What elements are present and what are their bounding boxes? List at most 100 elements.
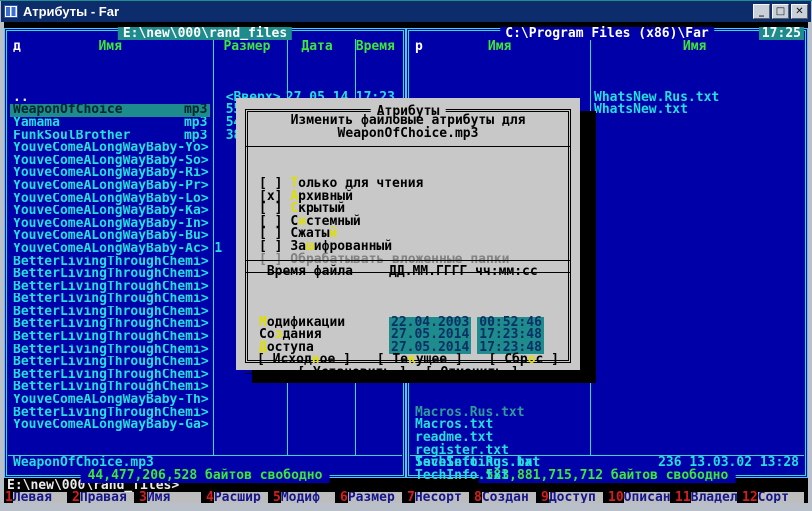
- function-key-number: 10: [607, 492, 624, 503]
- file-name-cell: YouveComeALongWayBaby-Bu>: [10, 230, 210, 243]
- left-panel-path[interactable]: E:\new\000\rand_files: [118, 27, 292, 40]
- file-name-cell: BetterLivingThroughChemi>: [10, 356, 210, 369]
- file-row[interactable]: TechInfo.txt: [412, 470, 590, 483]
- column-header-name[interactable]: Имя: [10, 41, 210, 54]
- function-key[interactable]: 6 Размер: [339, 492, 406, 503]
- function-key[interactable]: 2 Правая: [71, 492, 138, 503]
- file-row[interactable]: BetterLivingThroughChemi>: [10, 381, 400, 394]
- file-name-cell: YouveComeALongWayBaby-So>: [10, 155, 210, 168]
- file-row[interactable]: BetterLivingThroughChemi>: [10, 407, 400, 420]
- file-date-cell: [284, 407, 351, 420]
- column-header-date[interactable]: Дата: [284, 41, 351, 54]
- file-name-cell: BetterLivingThroughChemi>: [10, 293, 210, 306]
- right-file-list-col2: WhatsNew.Rus.txtWhatsNew.txt: [591, 54, 805, 117]
- file-name-cell: YouveComeALongWayBaby-Yo>: [10, 142, 210, 155]
- file-size-cell: [210, 419, 283, 432]
- right-column-headers: Имя Имя: [412, 41, 802, 54]
- file-name-cell: WeaponOfChoicemp3: [10, 104, 210, 117]
- function-key-number: 7: [406, 492, 415, 503]
- function-key-number: 8: [473, 492, 482, 503]
- file-name-cell: YouveComeALongWayBaby-Lo>: [10, 193, 210, 206]
- function-key-label: Имя: [147, 492, 201, 503]
- file-name-cell: BetterLivingThroughChemi>: [10, 268, 210, 281]
- file-name-cell: YouveComeALongWayBaby-Th>: [10, 394, 210, 407]
- file-name-cell: BetterLivingThroughChemi>: [10, 318, 210, 331]
- column-header-name[interactable]: Имя: [412, 41, 587, 54]
- right-file-list-bottom: Macros.Rus.txtMacros.txtreadme.txtregist…: [412, 369, 590, 482]
- function-key[interactable]: 5 Модиф: [272, 492, 339, 503]
- file-name-cell: Yamamamp3: [10, 117, 210, 130]
- file-name-cell: BetterLivingThroughChemi>: [10, 344, 210, 357]
- file-size-cell: [210, 394, 283, 407]
- function-key-label: Доступ: [549, 492, 603, 503]
- close-button[interactable]: ✕: [791, 4, 808, 19]
- file-name-cell: YouveComeALongWayBaby-Ri>: [10, 167, 210, 180]
- file-name-cell: BetterLivingThroughChemi>: [10, 306, 210, 319]
- function-key-label: Модиф: [281, 492, 335, 503]
- right-panel-path[interactable]: C:\Program Files (x86)\Far: [500, 27, 714, 40]
- maximize-button[interactable]: □: [772, 4, 789, 19]
- function-key-number: 9: [540, 492, 549, 503]
- function-key[interactable]: 10 Описан: [607, 492, 674, 503]
- function-key-number: 2: [71, 492, 80, 503]
- function-key[interactable]: 8 Создан: [473, 492, 540, 503]
- function-key-label: Владел: [691, 492, 737, 503]
- file-name-cell: YouveComeALongWayBaby-Ga>: [10, 419, 210, 432]
- file-time-cell: [351, 419, 400, 432]
- file-row[interactable]: YouveComeALongWayBaby-Th>: [10, 394, 400, 407]
- function-key-number: 6: [339, 492, 348, 503]
- file-time-cell: [351, 394, 400, 407]
- file-size-cell: [210, 407, 283, 420]
- function-key-number: 3: [138, 492, 147, 503]
- file-time-rows: Модификации22.04.200300:52:46 Создания27…: [254, 279, 562, 355]
- file-name-cell: ..: [10, 92, 210, 105]
- minimize-button[interactable]: _: [753, 4, 770, 19]
- file-date-cell: [284, 394, 351, 407]
- file-name-cell: FunkSoulBrothermp3: [10, 130, 210, 143]
- function-key-label: Создан: [482, 492, 536, 503]
- file-date-cell: [284, 381, 351, 394]
- function-key-label: Несорт: [415, 492, 469, 503]
- file-row[interactable]: YouveComeALongWayBaby-Ga>: [10, 419, 400, 432]
- function-key[interactable]: 3 Имя: [138, 492, 205, 503]
- file-name-cell: YouveComeALongWayBaby-Ac>: [10, 243, 210, 256]
- title-bar[interactable]: Атрибуты - Far _ □ ✕: [1, 1, 811, 22]
- file-size-cell: [210, 381, 283, 394]
- column-header-size[interactable]: Размер: [210, 41, 283, 54]
- dialog-filename: WeaponOfChoice.mp3: [254, 128, 562, 141]
- function-key-label: Расшир: [214, 492, 268, 503]
- function-key[interactable]: 11 Владел: [674, 492, 741, 503]
- file-name-cell: BetterLivingThroughChemi>: [10, 369, 210, 382]
- function-key[interactable]: 1 Левая: [4, 492, 71, 503]
- function-key[interactable]: 7 Несорт: [406, 492, 473, 503]
- window-title: Атрибуты - Far: [23, 4, 119, 19]
- function-key[interactable]: 9 Доступ: [540, 492, 607, 503]
- function-key-label: Размер: [348, 492, 402, 503]
- far-app-icon: [4, 5, 19, 19]
- file-time-cell: [351, 381, 400, 394]
- far-console: E:\new\000\rand_files д Имя Размер Дата …: [4, 22, 808, 503]
- left-column-headers: Имя Размер Дата Время: [10, 41, 400, 54]
- file-name-cell: YouveComeALongWayBaby-Ka>: [10, 205, 210, 218]
- function-key-number: 11: [674, 492, 691, 503]
- function-key-label: Правая: [80, 492, 134, 503]
- key-bar: 1 Левая 2 Правая 3 Имя 4 Расшир 5 Модиф …: [4, 492, 808, 503]
- column-header-time[interactable]: Время: [351, 41, 400, 54]
- far-window: Атрибуты - Far _ □ ✕ E:\new\000\rand_fil…: [0, 0, 812, 511]
- file-date-cell: [284, 419, 351, 432]
- clock: 17:25: [759, 27, 804, 40]
- file-name-cell: YouveComeALongWayBaby-In>: [10, 218, 210, 231]
- window-controls: _ □ ✕: [753, 4, 808, 19]
- file-name-cell: BetterLivingThroughChemi>: [10, 407, 210, 420]
- column-header-name[interactable]: Имя: [587, 41, 802, 54]
- file-name-cell: BetterLivingThroughChemi>: [10, 381, 210, 394]
- attribute-checkboxes: [ ] Только для чтения[x] Архивный[ ] Скр…: [254, 140, 562, 253]
- left-bytes-free: 44,477,206,528 байтов свободно: [81, 470, 330, 483]
- function-key[interactable]: 4 Расшир: [205, 492, 272, 503]
- file-time-cell: [351, 407, 400, 420]
- function-key[interactable]: 12 Сорт: [741, 492, 808, 503]
- function-key-number: 1: [4, 492, 13, 503]
- file-name-cell: BetterLivingThroughChemi>: [10, 281, 210, 294]
- file-row[interactable]: WhatsNew.txt: [591, 104, 805, 117]
- function-key-number: 4: [205, 492, 214, 503]
